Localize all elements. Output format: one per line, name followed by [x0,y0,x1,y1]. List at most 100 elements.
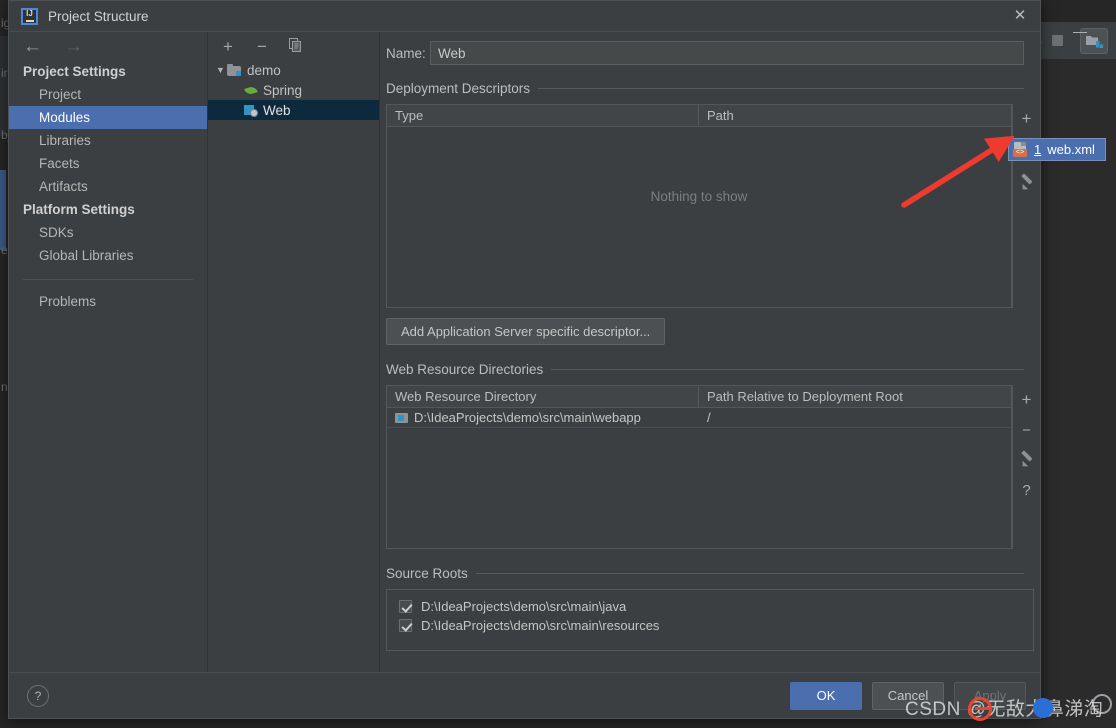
sidebar-item-facets[interactable]: Facets [9,152,207,175]
nav-divider [23,279,193,280]
web-resource-directories-title: Web Resource Directories [386,361,544,377]
group-divider [538,87,1024,89]
add-module-button[interactable]: + [220,38,236,55]
pencil-icon [1020,453,1034,467]
background-edge-text-4: n [1,380,8,394]
tree-node-web[interactable]: Web [208,100,379,120]
table-body: Nothing to show [387,127,1011,307]
source-roots-title: Source Roots [386,565,468,581]
dialog-footer: ? OK Cancel Apply [9,672,1040,718]
web-resource-directories-table: Web Resource Directory Path Relative to … [386,385,1012,549]
deployment-descriptors-title: Deployment Descriptors [386,80,531,96]
add-application-server-descriptor-button[interactable]: Add Application Server specific descript… [386,318,666,345]
module-folder-icon [227,64,241,76]
source-roots-group-header: Source Roots [380,563,1040,583]
edit-descriptor-button[interactable] [1014,168,1040,198]
cell-text: D:\IdeaProjects\demo\src\main\webapp [414,410,641,425]
sidebar-item-libraries[interactable]: Libraries [9,129,207,152]
help-button[interactable]: ? [27,684,49,707]
name-input[interactable] [430,41,1024,65]
source-root-item-java[interactable]: D:\IdeaProjects\demo\src\main\java [387,597,1033,616]
forward-arrow-icon[interactable]: → [64,37,83,56]
table-header: Type Path [387,105,1011,127]
add-app-server-descriptor-row: Add Application Server specific descript… [380,308,1040,345]
web-facet-settings-pane: Name: Deployment Descriptors Type Path N… [380,32,1040,672]
close-icon[interactable]: ✕ [1012,8,1028,24]
nav-toolbar: ← → [9,32,207,60]
popup-item-web-xml[interactable]: web.xml [1047,142,1095,157]
web-resource-directories-table-wrap: Web Resource Directory Path Relative to … [386,385,1040,549]
column-header-path[interactable]: Path [699,105,1011,126]
sidebar-item-sdks[interactable]: SDKs [9,221,207,244]
project-structure-dialog: IJ Project Structure ✕ ← → Project Setti… [8,0,1041,719]
name-row: Name: [380,32,1040,74]
web-resource-help-button[interactable]: ? [1014,475,1040,505]
settings-navigation-pane: ← → Project Settings Project Modules Lib… [9,32,208,672]
remove-web-resource-button[interactable]: − [1014,415,1040,445]
dialog-title: Project Structure [48,8,149,24]
web-resource-directories-side-buttons: + − ? [1012,385,1040,549]
source-root-label: D:\IdeaProjects\demo\src\main\java [421,599,627,614]
add-web-resource-button[interactable]: + [1014,385,1040,415]
remove-module-button[interactable]: − [254,38,270,55]
copy-icon[interactable] [288,37,304,55]
deployment-descriptors-group-header: Deployment Descriptors [380,78,1040,98]
deployment-descriptors-table: Type Path Nothing to show [386,104,1012,308]
tree-node-label: demo [247,62,281,78]
watermark-logo-icon [968,697,992,721]
dialog-body: ← → Project Settings Project Modules Lib… [9,31,1040,672]
name-label: Name: [386,45,426,61]
stop-icon[interactable] [1052,30,1074,52]
column-header-path-relative[interactable]: Path Relative to Deployment Root [699,386,1011,407]
cell-relative-path: / [699,410,1011,425]
sidebar-item-modules[interactable]: Modules [9,106,207,129]
watermark-blue-dot-icon [1033,698,1053,718]
edit-web-resource-button[interactable] [1014,445,1040,475]
directory-icon [395,412,408,423]
source-root-label: D:\IdeaProjects\demo\src\main\resources [421,618,660,633]
group-divider [475,572,1024,574]
source-roots-list: D:\IdeaProjects\demo\src\main\java D:\Id… [386,589,1034,651]
web-resource-directories-group-header: Web Resource Directories [380,359,1040,379]
source-root-item-resources[interactable]: D:\IdeaProjects\demo\src\main\resources [387,616,1033,635]
descriptor-type-popup-menu: <> 1 web.xml [1008,138,1106,161]
checkbox-icon[interactable] [399,600,412,613]
dialog-titlebar: IJ Project Structure ✕ [9,1,1040,31]
table-body: D:\IdeaProjects\demo\src\main\webapp / [387,408,1011,548]
nav-section-platform-settings: Platform Settings [23,202,135,217]
deployment-descriptors-side-buttons: + [1012,104,1040,308]
ok-button[interactable]: OK [790,681,862,710]
sidebar-item-global-libraries[interactable]: Global Libraries [9,244,207,267]
cell-text: / [707,410,711,425]
module-tree-toolbar: + − [208,32,379,60]
column-header-type[interactable]: Type [387,105,699,126]
cell-web-resource-directory: D:\IdeaProjects\demo\src\main\webapp [387,410,699,425]
tree-node-demo[interactable]: ▼ demo [208,60,379,80]
window-minimize-button[interactable]: — [1072,24,1088,40]
add-descriptor-button[interactable]: + [1014,104,1040,134]
empty-state-message: Nothing to show [650,189,748,204]
tree-node-label: Web [263,102,291,118]
tree-node-label: Spring [263,82,303,98]
checkbox-icon[interactable] [399,619,412,632]
sidebar-item-problems[interactable]: Problems [9,290,207,313]
tree-node-spring[interactable]: Spring [208,80,379,100]
back-arrow-icon[interactable]: ← [23,37,42,56]
group-divider [551,368,1024,370]
table-header: Web Resource Directory Path Relative to … [387,386,1011,408]
intellij-idea-logo-icon: IJ [21,7,38,25]
table-row[interactable]: D:\IdeaProjects\demo\src\main\webapp / [387,408,1011,428]
sidebar-item-project[interactable]: Project [9,83,207,106]
module-tree-pane: + − ▼ demo Spring Web [208,32,380,672]
deployment-descriptors-table-wrap: Type Path Nothing to show + [386,104,1040,308]
nav-section-project-settings: Project Settings [23,64,126,79]
sidebar-item-artifacts[interactable]: Artifacts [9,175,207,198]
column-header-web-resource-directory[interactable]: Web Resource Directory [387,386,699,407]
spring-leaf-icon [244,84,258,97]
xml-file-icon: <> [1013,142,1028,157]
chevron-down-icon[interactable]: ▼ [214,65,227,75]
pencil-icon [1020,176,1034,190]
web-facet-icon [244,104,258,117]
popup-mnemonic: 1 [1034,142,1042,157]
csdn-watermark: CSDN @无敌大鼻涕淘 [905,699,1104,720]
